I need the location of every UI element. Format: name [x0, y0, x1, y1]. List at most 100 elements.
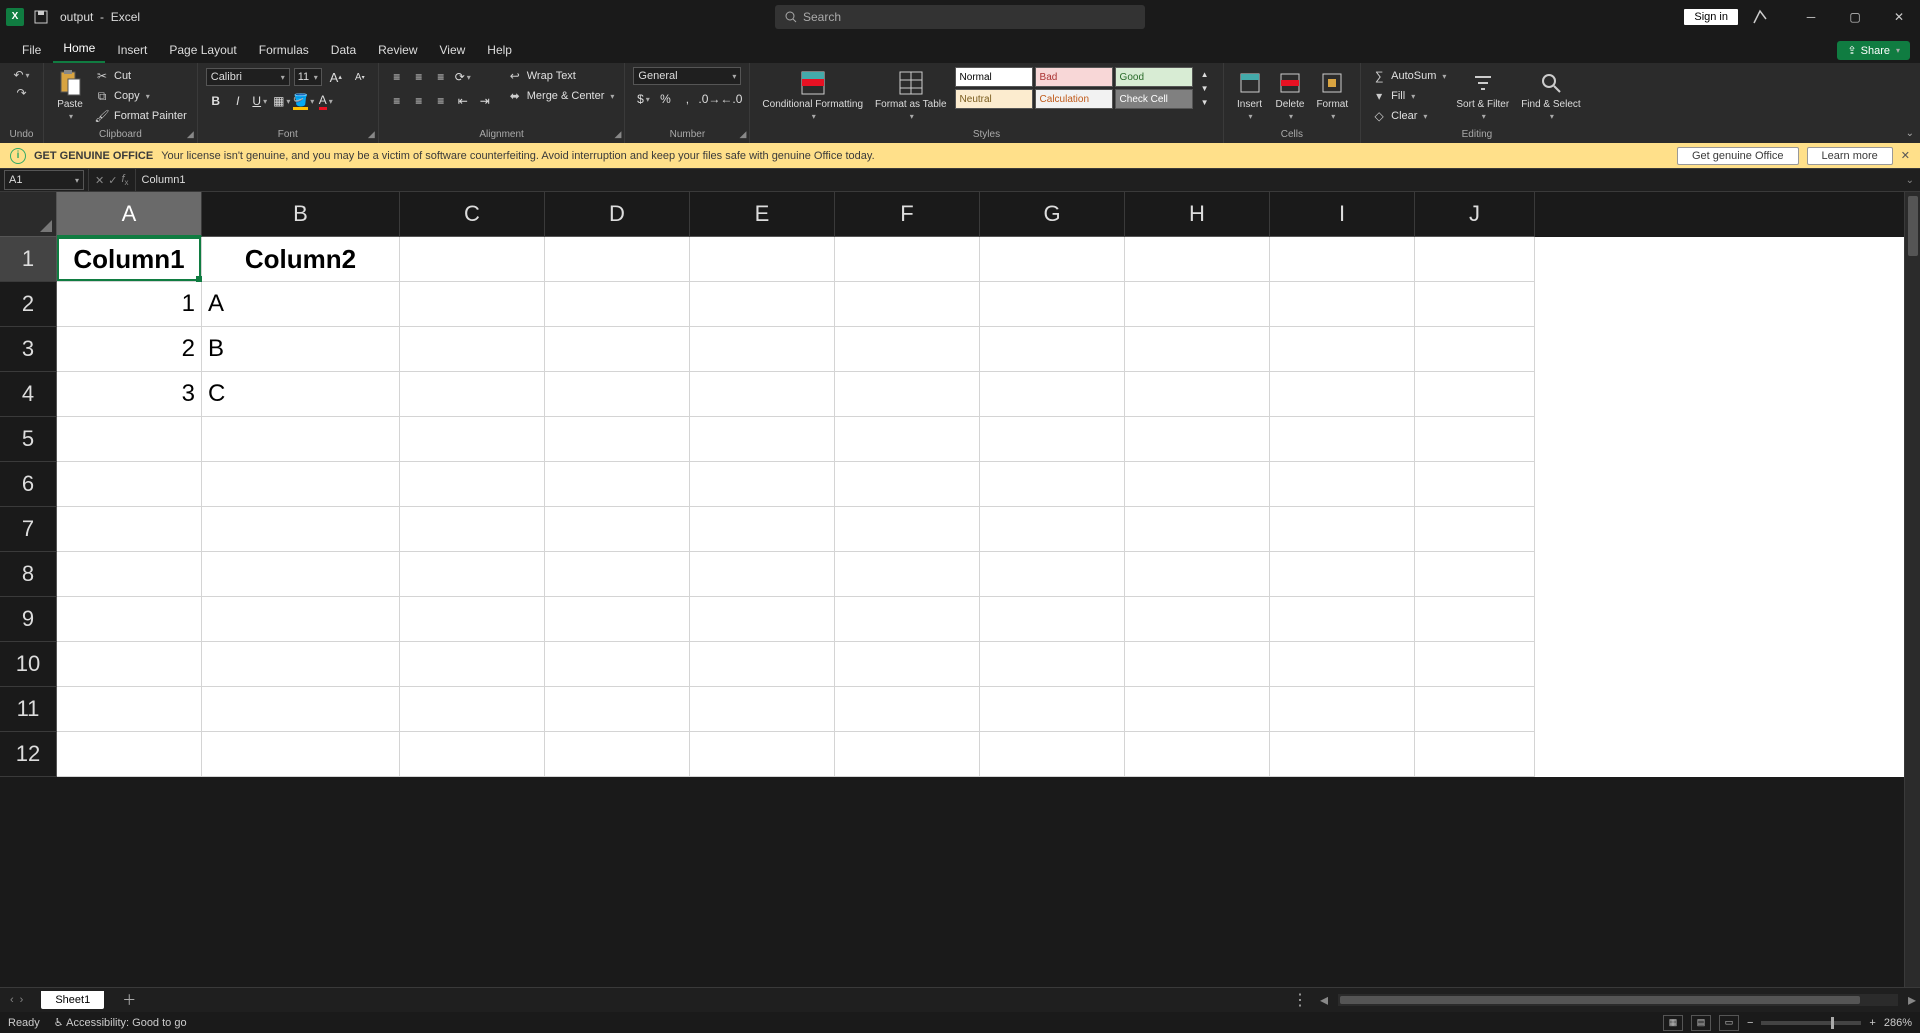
wrap-text-button[interactable]: ↩Wrap Text [505, 67, 617, 85]
cell-E11[interactable] [690, 687, 835, 732]
cell-C12[interactable] [400, 732, 545, 777]
cell-B8[interactable] [202, 552, 400, 597]
cell-J7[interactable] [1415, 507, 1535, 552]
indent-inc-icon[interactable]: ⇥ [475, 91, 495, 111]
cell-I11[interactable] [1270, 687, 1415, 732]
cell-G2[interactable] [980, 282, 1125, 327]
decimal-inc-icon[interactable]: .0→ [699, 89, 719, 109]
cell-G1[interactable] [980, 237, 1125, 282]
conditional-formatting-button[interactable]: Conditional Formatting▾ [758, 67, 867, 123]
cell-E12[interactable] [690, 732, 835, 777]
cell-H2[interactable] [1125, 282, 1270, 327]
cell-J2[interactable] [1415, 282, 1535, 327]
cell-I6[interactable] [1270, 462, 1415, 507]
cell-A6[interactable] [57, 462, 202, 507]
hscroll-left-icon[interactable]: ◂ [1316, 990, 1332, 1010]
cell-E5[interactable] [690, 417, 835, 462]
cell-D11[interactable] [545, 687, 690, 732]
paste-button[interactable]: Paste▾ [52, 67, 88, 123]
cell-F3[interactable] [835, 327, 980, 372]
cell-E10[interactable] [690, 642, 835, 687]
cell-H9[interactable] [1125, 597, 1270, 642]
comma-icon[interactable]: , [677, 89, 697, 109]
cell-C9[interactable] [400, 597, 545, 642]
tab-insert[interactable]: Insert [107, 37, 157, 63]
tab-formulas[interactable]: Formulas [249, 37, 319, 63]
cell-C8[interactable] [400, 552, 545, 597]
cell-E4[interactable] [690, 372, 835, 417]
enter-formula-icon[interactable]: ✓ [108, 174, 117, 187]
style-bad[interactable]: Bad [1035, 67, 1113, 87]
sheet-tab[interactable]: Sheet1 [41, 991, 104, 1009]
cell-J1[interactable] [1415, 237, 1535, 282]
maximize-button[interactable]: ▢ [1840, 10, 1870, 24]
column-header-C[interactable]: C [400, 192, 545, 237]
coming-soon-icon[interactable] [1752, 9, 1782, 25]
cell-E7[interactable] [690, 507, 835, 552]
indent-dec-icon[interactable]: ⇤ [453, 91, 473, 111]
zoom-level[interactable]: 286% [1884, 1017, 1912, 1029]
cell-H11[interactable] [1125, 687, 1270, 732]
cell-I8[interactable] [1270, 552, 1415, 597]
styles-scroll-down-icon[interactable]: ▼ [1195, 81, 1215, 95]
page-break-view-icon[interactable]: ▭ [1719, 1015, 1739, 1031]
cell-F7[interactable] [835, 507, 980, 552]
cell-G10[interactable] [980, 642, 1125, 687]
font-size-combo[interactable]: 11▾ [294, 68, 322, 86]
cell-D1[interactable] [545, 237, 690, 282]
cell-F4[interactable] [835, 372, 980, 417]
row-header-3[interactable]: 3 [0, 327, 57, 372]
alignment-dialog-icon[interactable]: ◢ [615, 129, 622, 140]
cell-A10[interactable] [57, 642, 202, 687]
name-box[interactable]: A1▾ [4, 170, 84, 190]
cell-J3[interactable] [1415, 327, 1535, 372]
cell-I1[interactable] [1270, 237, 1415, 282]
row-header-2[interactable]: 2 [0, 282, 57, 327]
cell-E1[interactable] [690, 237, 835, 282]
cell-F1[interactable] [835, 237, 980, 282]
underline-button[interactable]: U▾ [250, 91, 270, 111]
cell-styles-gallery[interactable]: NormalBadGoodNeutralCalculationCheck Cel… [955, 67, 1193, 109]
bold-button[interactable]: B [206, 91, 226, 111]
cell-B1[interactable]: Column2 [202, 237, 400, 282]
get-genuine-office-button[interactable]: Get genuine Office [1677, 147, 1799, 165]
border-button[interactable]: ▦▾ [272, 91, 292, 111]
row-header-10[interactable]: 10 [0, 642, 57, 687]
horizontal-scrollbar[interactable] [1338, 994, 1898, 1006]
cell-B10[interactable] [202, 642, 400, 687]
cell-B5[interactable] [202, 417, 400, 462]
align-center-icon[interactable]: ≡ [409, 91, 429, 111]
cell-A5[interactable] [57, 417, 202, 462]
cell-H12[interactable] [1125, 732, 1270, 777]
normal-view-icon[interactable]: ▦ [1663, 1015, 1683, 1031]
shrink-font-icon[interactable]: A▾ [350, 67, 370, 87]
accessibility-status[interactable]: ♿︎ Accessibility: Good to go [54, 1016, 187, 1029]
font-dialog-icon[interactable]: ◢ [368, 129, 375, 140]
cell-D4[interactable] [545, 372, 690, 417]
number-dialog-icon[interactable]: ◢ [740, 129, 747, 140]
row-header-8[interactable]: 8 [0, 552, 57, 597]
column-header-D[interactable]: D [545, 192, 690, 237]
sort-filter-button[interactable]: Sort & Filter▾ [1452, 67, 1513, 123]
cell-B2[interactable]: A [202, 282, 400, 327]
row-header-6[interactable]: 6 [0, 462, 57, 507]
cell-B6[interactable] [202, 462, 400, 507]
search-box[interactable]: Search [775, 5, 1145, 29]
cell-F12[interactable] [835, 732, 980, 777]
font-color-button[interactable]: A▾ [316, 91, 336, 111]
tab-review[interactable]: Review [368, 37, 427, 63]
number-format-combo[interactable]: General▾ [633, 67, 741, 85]
sheet-nav-next-icon[interactable]: › [20, 994, 24, 1006]
cell-G8[interactable] [980, 552, 1125, 597]
find-select-button[interactable]: Find & Select▾ [1517, 67, 1584, 123]
row-header-1[interactable]: 1 [0, 237, 57, 282]
cell-I12[interactable] [1270, 732, 1415, 777]
fill-button[interactable]: ▾Fill▾ [1369, 87, 1448, 105]
save-icon[interactable] [32, 8, 50, 26]
cell-G11[interactable] [980, 687, 1125, 732]
cell-B4[interactable]: C [202, 372, 400, 417]
cell-D12[interactable] [545, 732, 690, 777]
clear-button[interactable]: ◇Clear▾ [1369, 107, 1448, 125]
cell-J5[interactable] [1415, 417, 1535, 462]
cells-area[interactable]: Column1Column21A2B3C [57, 237, 1904, 777]
